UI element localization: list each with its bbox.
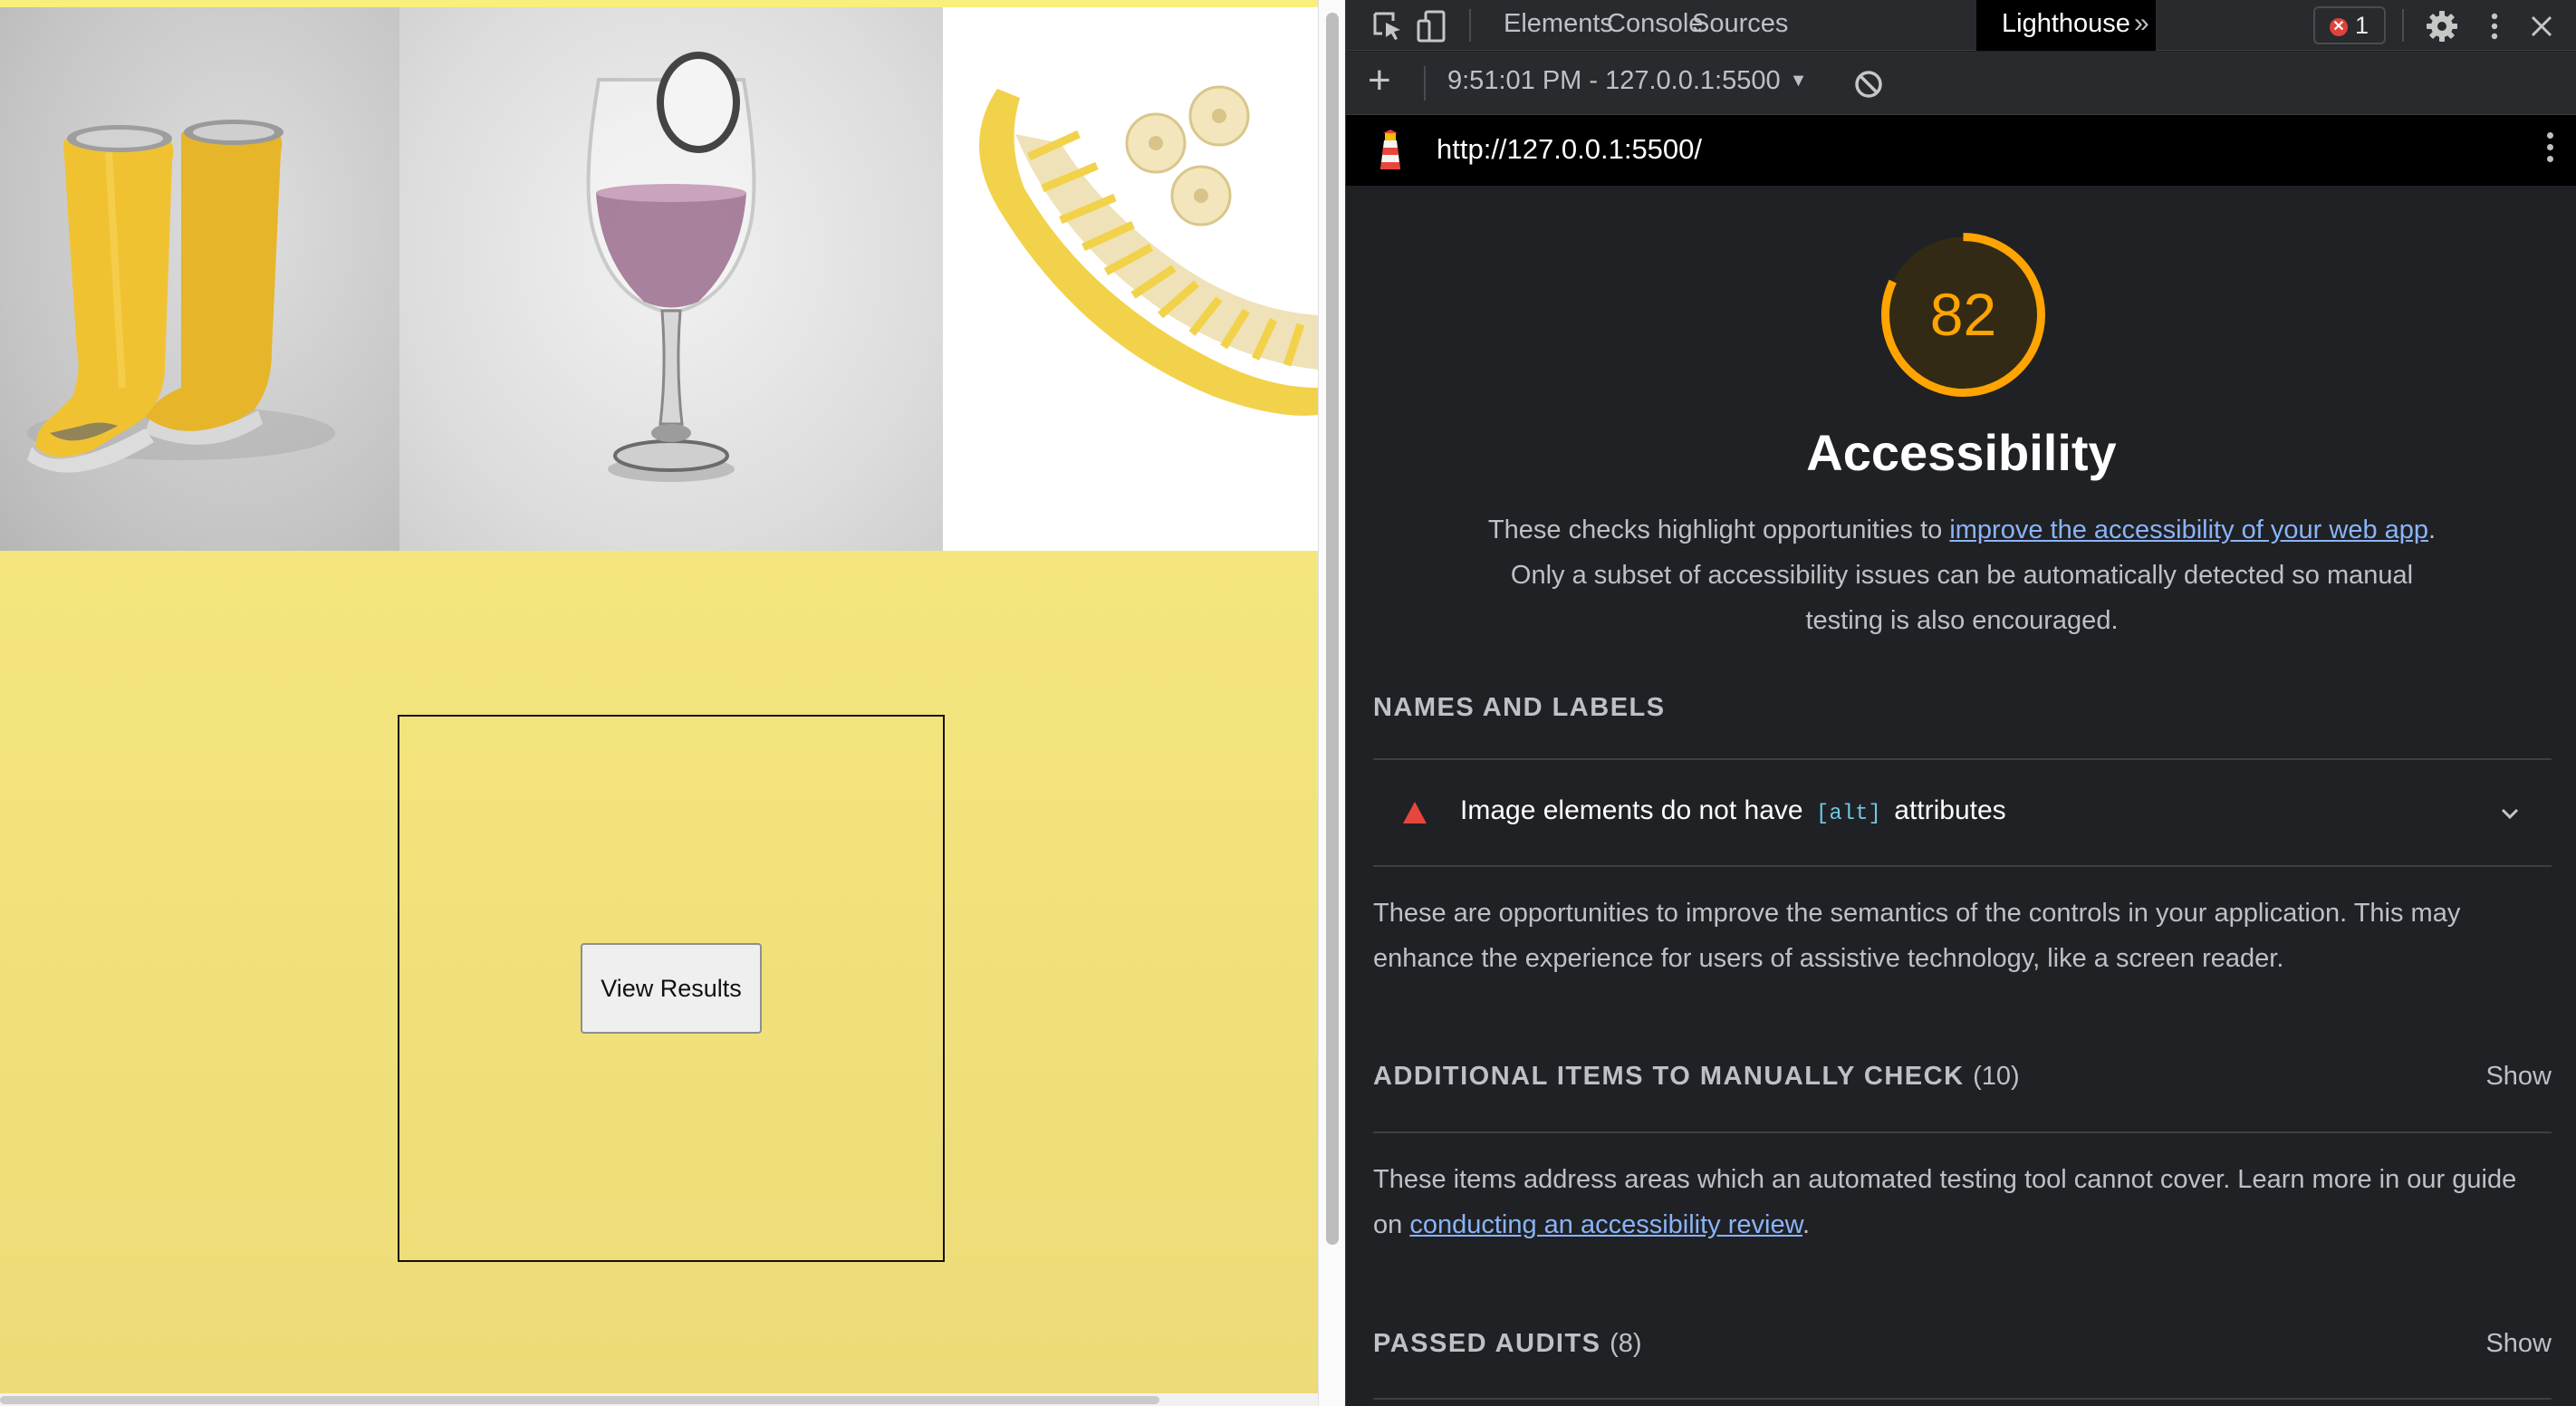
divider [1373, 1398, 2552, 1400]
names-labels-description: These are opportunities to improve the s… [1373, 899, 2461, 973]
error-icon: ✕ [2330, 18, 2348, 36]
manual-check-description: These items address areas which an autom… [1373, 1157, 2552, 1247]
toolbar-separator [1424, 66, 1426, 101]
manual-desc-end: . [1802, 1210, 1811, 1239]
report-menu-icon[interactable] [2543, 128, 2556, 173]
clear-icon[interactable] [1853, 69, 1884, 100]
rain-boots-image [0, 7, 399, 551]
kebab-menu-icon[interactable] [2476, 8, 2513, 44]
error-count-badge[interactable]: ✕ 1 [2313, 6, 2386, 44]
horizontal-scrollbar-thumb[interactable] [0, 1396, 1159, 1404]
tab-sources[interactable]: Sources [1667, 0, 1813, 51]
score-value: 82 [1929, 281, 1997, 348]
divider [1373, 865, 2552, 867]
accessibility-review-link[interactable]: conducting an accessibility review [1409, 1210, 1802, 1239]
wine-glass-image [399, 7, 943, 551]
error-count: 1 [2355, 12, 2369, 39]
audit-image-alt[interactable]: Image elements do not have [alt] attribu… [1373, 761, 2552, 866]
settings-gear-icon[interactable] [2424, 8, 2460, 44]
passed-audits-show-button[interactable]: Show [2485, 1329, 2552, 1359]
intro-text: These checks highlight opportunities to [1487, 515, 1950, 544]
passed-audits-title: PASSED AUDITS [1373, 1329, 1601, 1358]
vertical-scrollbar[interactable] [1318, 0, 1345, 1406]
devtools-tab-bar: Elements Console Sources Lighthouse » ✕ … [1346, 0, 2576, 51]
new-report-button[interactable]: + [1368, 61, 1391, 101]
page-top-strip [0, 0, 1318, 7]
names-labels-heading: NAMES AND LABELS [1373, 693, 1666, 722]
tabbar-separator [2402, 9, 2404, 42]
category-title: Accessibility [1806, 424, 2117, 481]
audit-title-text-end: attributes [1894, 795, 2006, 825]
report-selector[interactable]: 9:51:01 PM - 127.0.0.1:5500 ▼ [1447, 66, 1807, 96]
horizontal-scrollbar[interactable] [0, 1393, 1318, 1406]
lighthouse-report: 82 Accessibility These checks highlight … [1346, 186, 2576, 1406]
view-results-button[interactable]: View Results [581, 943, 762, 1034]
passed-audits-heading[interactable]: PASSED AUDITS (8) [1373, 1329, 1642, 1359]
more-tabs-icon[interactable]: » [2109, 0, 2175, 51]
manual-check-count: (10) [1973, 1062, 2020, 1091]
lighthouse-toolbar: + 9:51:01 PM - 127.0.0.1:5500 ▼ [1346, 52, 2576, 115]
manual-check-heading[interactable]: ADDITIONAL ITEMS TO MANUALLY CHECK (10) [1373, 1062, 2020, 1092]
image-gallery [0, 7, 1318, 551]
manual-check-show-button[interactable]: Show [2485, 1062, 2552, 1092]
report-url[interactable]: http://127.0.0.1:5500/ [1437, 133, 1702, 166]
divider [1373, 758, 2552, 760]
passed-audits-count: (8) [1610, 1329, 1642, 1358]
devtools-panel: Elements Console Sources Lighthouse » ✕ … [1345, 0, 2576, 1406]
report-url-bar: http://127.0.0.1:5500/ [1346, 115, 2576, 186]
lighthouse-icon [1380, 130, 1400, 169]
page-preview: View Results [0, 0, 1318, 1406]
accessibility-link[interactable]: improve the accessibility of your web ap… [1949, 515, 2428, 544]
report-selector-label: 9:51:01 PM - 127.0.0.1:5500 [1447, 66, 1781, 95]
fail-triangle-icon [1403, 802, 1427, 823]
vertical-scrollbar-thumb[interactable] [1326, 13, 1339, 1245]
device-toggle-icon[interactable] [1415, 8, 1451, 44]
audit-title-code: [alt] [1815, 802, 1881, 826]
chevron-down-icon[interactable] [2497, 801, 2523, 826]
banana-slicer-image [943, 7, 1318, 551]
chevron-down-icon: ▼ [1789, 71, 1808, 91]
tabbar-separator [1469, 9, 1471, 42]
divider [1373, 1132, 2552, 1133]
manual-check-title: ADDITIONAL ITEMS TO MANUALLY CHECK [1373, 1062, 1965, 1091]
category-description: These checks highlight opportunities to … [1486, 507, 2437, 643]
audit-title: Image elements do not have [alt] attribu… [1460, 795, 2006, 826]
close-icon[interactable] [2523, 8, 2560, 44]
audit-title-text: Image elements do not have [1460, 795, 1803, 825]
inspect-icon[interactable] [1370, 8, 1406, 44]
